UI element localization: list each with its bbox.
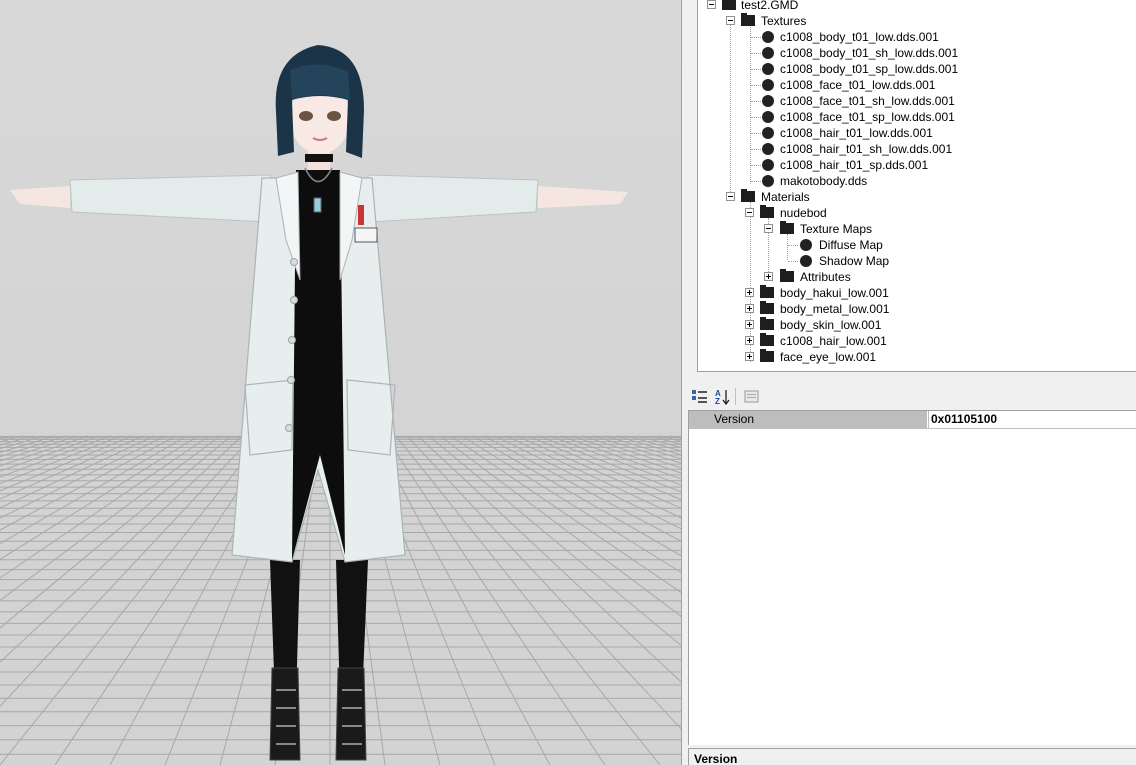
property-name: Version <box>689 411 927 428</box>
tree-node-label: body_metal_low.001 <box>780 302 890 316</box>
tree-node-label: c1008_body_t01_low.dds.001 <box>780 30 939 44</box>
tree-node-diffuse-map[interactable]: Diffuse Map <box>698 237 1136 253</box>
folder-icon <box>760 285 774 298</box>
tree-node-texture[interactable]: c1008_face_t01_low.dds.001 <box>698 77 1136 93</box>
tree-node-label: makotobody.dds <box>780 174 868 188</box>
collapse-icon[interactable] <box>726 16 735 25</box>
tree-node-material-open[interactable]: nudebod <box>698 205 1136 221</box>
texture-dot-icon <box>762 159 774 171</box>
tree-node-label: test2.GMD <box>741 0 799 12</box>
tree-node-texture[interactable]: c1008_hair_t01_sh_low.dds.001 <box>698 141 1136 157</box>
texture-dot-icon <box>762 79 774 91</box>
folder-icon <box>760 301 774 314</box>
tree-node-label: c1008_hair_t01_sp.dds.001 <box>780 158 929 172</box>
collapse-icon[interactable] <box>707 0 716 9</box>
expand-icon[interactable] <box>745 320 754 329</box>
property-pages-icon[interactable] <box>743 388 760 405</box>
property-help-pane: Version <box>688 748 1136 765</box>
tree-node-label: c1008_body_t01_sp_low.dds.001 <box>780 62 959 76</box>
3d-viewport[interactable] <box>0 0 681 765</box>
scene-tree[interactable]: test2.GMD Textures c1008_body_t01_low.dd… <box>697 0 1136 372</box>
tree-node-texture[interactable]: c1008_hair_t01_sp.dds.001 <box>698 157 1136 173</box>
tree-node-label: c1008_hair_low.001 <box>780 334 887 348</box>
tree-node-texture[interactable]: c1008_body_t01_sp_low.dds.001 <box>698 61 1136 77</box>
folder-icon <box>760 333 774 346</box>
tree-node-label: body_skin_low.001 <box>780 318 882 332</box>
texture-dot-icon <box>762 175 774 187</box>
tree-node-texture[interactable]: c1008_face_t01_sp_low.dds.001 <box>698 109 1136 125</box>
tree-node-label: Materials <box>761 190 810 204</box>
collapse-icon[interactable] <box>745 208 754 217</box>
folder-icon <box>780 221 794 234</box>
folder-icon <box>722 0 736 10</box>
expand-icon[interactable] <box>745 304 754 313</box>
tree-node-texture[interactable]: makotobody.dds <box>698 173 1136 189</box>
tree-node-label: nudebod <box>780 206 827 220</box>
tree-node-label: c1008_hair_t01_low.dds.001 <box>780 126 933 140</box>
expand-icon[interactable] <box>745 288 754 297</box>
tree-node-texture[interactable]: c1008_hair_t01_low.dds.001 <box>698 125 1136 141</box>
tree-node-label: Shadow Map <box>819 254 890 268</box>
folder-icon <box>741 189 755 202</box>
tree-node-label: Texture Maps <box>800 222 873 236</box>
texture-dot-icon <box>800 239 812 251</box>
folder-icon <box>780 269 794 282</box>
folder-icon <box>760 205 774 218</box>
expand-icon[interactable] <box>764 272 773 281</box>
tree-node-material[interactable]: body_hakui_low.001 <box>698 285 1136 301</box>
tree-node-texture[interactable]: c1008_face_t01_sh_low.dds.001 <box>698 93 1136 109</box>
tree-node-material[interactable]: body_metal_low.001 <box>698 301 1136 317</box>
folder-icon <box>760 349 774 362</box>
collapse-icon[interactable] <box>764 224 773 233</box>
texture-dot-icon <box>762 143 774 155</box>
collapse-icon[interactable] <box>726 192 735 201</box>
property-grid[interactable]: Version 0x01105100 <box>688 410 1136 745</box>
folder-icon <box>760 317 774 330</box>
tree-node-texture-maps[interactable]: Texture Maps <box>698 221 1136 237</box>
tree-node-materials[interactable]: Materials <box>698 189 1136 205</box>
tree-node-label: face_eye_low.001 <box>780 350 877 364</box>
tree-node-label: Attributes <box>800 270 851 284</box>
tree-node-material[interactable]: face_eye_low.001 <box>698 349 1136 365</box>
help-title: Version <box>694 752 738 765</box>
tree-node-label: c1008_face_t01_sp_low.dds.001 <box>780 110 955 124</box>
texture-dot-icon <box>762 47 774 59</box>
property-row[interactable]: Version 0x01105100 <box>689 411 1136 429</box>
tree-node-root[interactable]: test2.GMD <box>698 0 1136 13</box>
character-model <box>10 45 628 761</box>
property-toolbar: A Z <box>688 384 1136 408</box>
texture-dot-icon <box>762 127 774 139</box>
folder-icon <box>741 13 755 26</box>
tree-node-label: c1008_face_t01_low.dds.001 <box>780 78 936 92</box>
tree-node-label: c1008_body_t01_sh_low.dds.001 <box>780 46 959 60</box>
texture-dot-icon <box>800 255 812 267</box>
tree-node-label: Diffuse Map <box>819 238 883 252</box>
texture-dot-icon <box>762 111 774 123</box>
tree-node-texture[interactable]: c1008_body_t01_sh_low.dds.001 <box>698 45 1136 61</box>
expand-icon[interactable] <box>745 336 754 345</box>
alphabetical-icon[interactable]: A Z <box>714 388 731 405</box>
tree-node-texture[interactable]: c1008_body_t01_low.dds.001 <box>698 29 1136 45</box>
tree-node-shadow-map[interactable]: Shadow Map <box>698 253 1136 269</box>
tree-node-attributes[interactable]: Attributes <box>698 269 1136 285</box>
tree-node-label: Textures <box>761 14 807 28</box>
texture-dot-icon <box>762 31 774 43</box>
tree-node-material[interactable]: c1008_hair_low.001 <box>698 333 1136 349</box>
expand-icon[interactable] <box>745 352 754 361</box>
texture-dot-icon <box>762 95 774 107</box>
tree-node-material[interactable]: body_skin_low.001 <box>698 317 1136 333</box>
tree-node-textures[interactable]: Textures <box>698 13 1136 29</box>
tree-node-label: c1008_face_t01_sh_low.dds.001 <box>780 94 955 108</box>
svg-text:Z: Z <box>715 397 720 405</box>
property-value[interactable]: 0x01105100 <box>928 411 1136 428</box>
panel-splitter[interactable] <box>681 0 688 765</box>
categorized-icon[interactable] <box>691 388 708 405</box>
texture-dot-icon <box>762 63 774 75</box>
tree-node-label: c1008_hair_t01_sh_low.dds.001 <box>780 142 953 156</box>
tree-node-label: body_hakui_low.001 <box>780 286 889 300</box>
